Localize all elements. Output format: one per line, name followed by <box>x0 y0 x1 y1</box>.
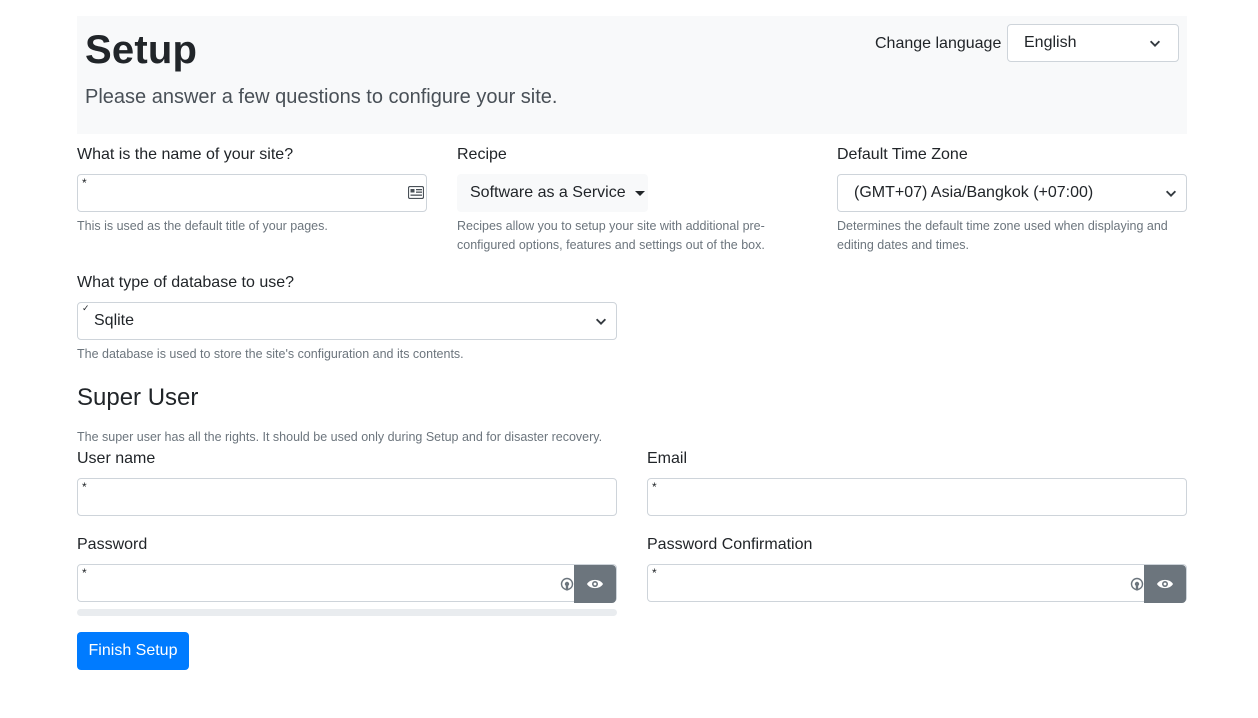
chevron-down-icon <box>1165 190 1177 197</box>
password-label: Password <box>77 536 148 553</box>
generate-password-icon[interactable] <box>1130 577 1144 591</box>
timezone-label: Default Time Zone <box>837 146 968 163</box>
required-marker: * <box>652 566 657 580</box>
caret-down-icon <box>634 190 645 196</box>
timezone-help: Determines the default time zone used wh… <box>837 217 1168 255</box>
required-marker: * <box>652 480 657 494</box>
required-marker: * <box>82 566 87 580</box>
timezone-help-line: editing dates and times. <box>837 238 970 252</box>
toggle-password-confirm-visibility-button[interactable] <box>1144 565 1186 603</box>
eye-icon <box>587 579 603 589</box>
chevron-down-icon <box>595 318 607 325</box>
setup-header: Setup Please answer a few questions to c… <box>77 16 1187 134</box>
recipe-help-line: configured options, features and setting… <box>457 238 765 252</box>
site-name-help: This is used as the default title of you… <box>77 219 328 233</box>
password-confirm-label: Password Confirmation <box>647 536 813 553</box>
database-help: The database is used to store the site's… <box>77 347 464 361</box>
change-language-label: Change language <box>875 35 1002 52</box>
language-select-value: English <box>1024 34 1077 51</box>
database-selected: Sqlite <box>94 312 135 329</box>
super-user-heading: Super User <box>77 384 199 411</box>
username-label: User name <box>77 450 156 467</box>
timezone-selected: (GMT+07) Asia/Bangkok (+07:00) <box>854 184 1094 201</box>
recipe-selected: Software as a Service <box>470 184 626 201</box>
database-label: What type of database to use? <box>77 274 295 291</box>
valid-marker: ✓ <box>82 303 90 313</box>
site-name-label: What is the name of your site? <box>77 146 294 163</box>
site-name-input[interactable]: * <box>77 174 427 212</box>
recipe-help: Recipes allow you to setup your site wit… <box>457 217 765 255</box>
password-confirm-input[interactable]: * <box>647 564 1187 603</box>
toggle-password-visibility-button[interactable] <box>574 565 616 603</box>
page-lead: Please answer a few questions to configu… <box>85 86 558 108</box>
username-input[interactable]: * <box>77 478 617 516</box>
super-user-help: The super user has all the rights. It sh… <box>77 430 603 444</box>
eye-icon <box>1157 579 1173 589</box>
recipe-label: Recipe <box>457 146 507 163</box>
page-title: Setup <box>85 28 198 72</box>
chevron-down-icon <box>1149 40 1161 47</box>
required-marker: * <box>82 480 87 494</box>
recipe-dropdown-button[interactable]: Software as a Service <box>457 174 648 212</box>
finish-setup-button[interactable]: Finish Setup <box>77 632 189 670</box>
timezone-help-line: Determines the default time zone used wh… <box>837 219 1168 233</box>
required-marker: * <box>82 176 87 190</box>
recipe-help-line: Recipes allow you to setup your site wit… <box>457 219 765 233</box>
password-strength-bar <box>77 609 617 616</box>
timezone-select[interactable]: (GMT+07) Asia/Bangkok (+07:00) <box>837 174 1187 212</box>
id-card-icon <box>408 186 424 199</box>
email-input[interactable]: * <box>647 478 1187 516</box>
generate-password-icon[interactable] <box>560 577 574 591</box>
email-label: Email <box>647 450 688 467</box>
database-select[interactable]: ✓ Sqlite <box>77 302 617 340</box>
language-select[interactable]: English <box>1007 24 1179 62</box>
password-input[interactable]: * <box>77 564 617 603</box>
